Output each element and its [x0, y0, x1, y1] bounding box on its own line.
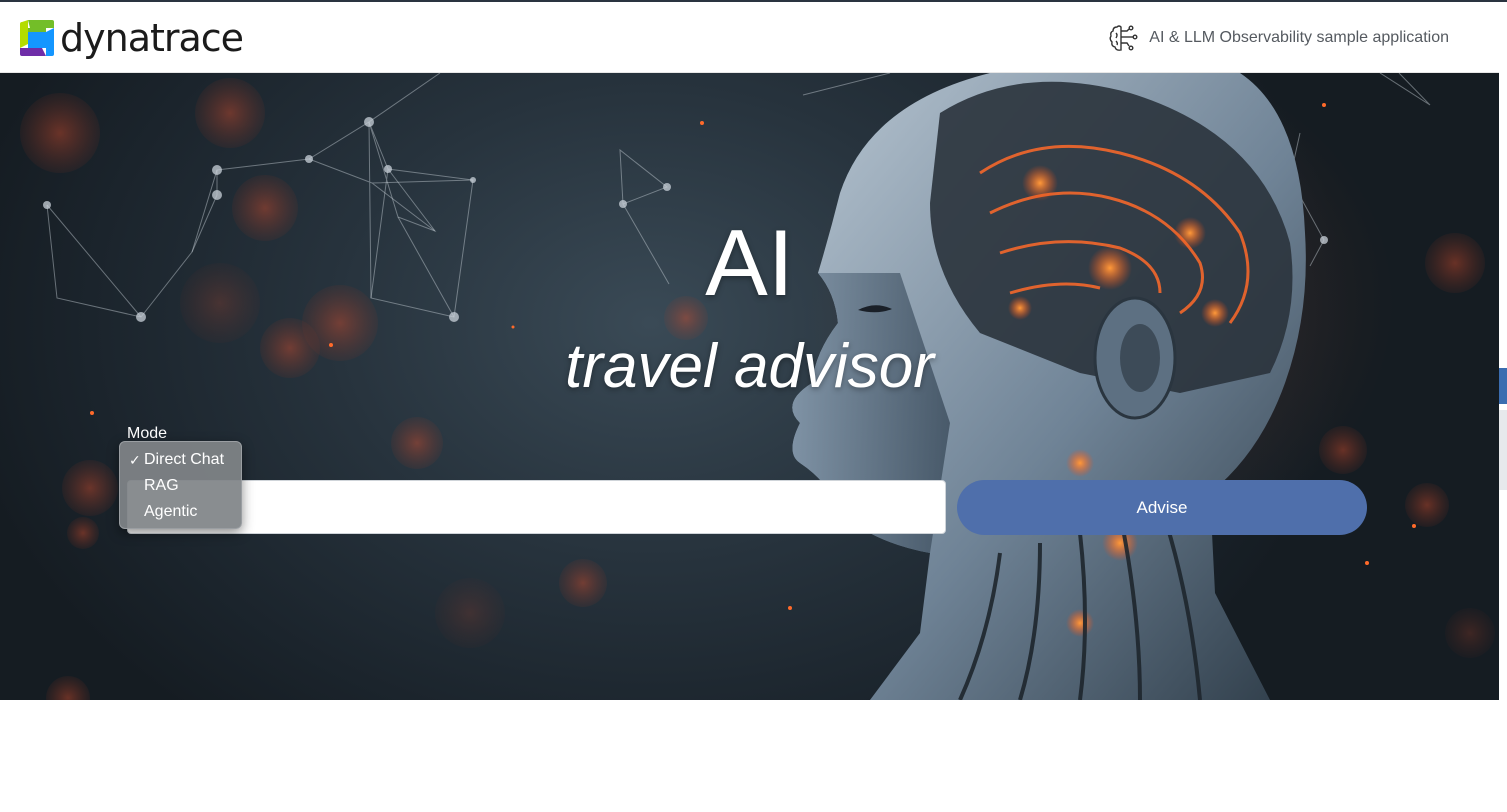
logo-wordmark: dynatrace [60, 16, 244, 60]
hero-title: AI [705, 210, 794, 315]
app-header: dynatrace AI & LLM Observability sample … [0, 2, 1499, 73]
mode-option-label: Direct Chat [144, 451, 225, 468]
hero-banner: AI travel advisor Mode Advise ✓ Direct C… [0, 73, 1499, 700]
brain-circuit-icon [1109, 25, 1138, 51]
mode-option-agentic[interactable]: Agentic [120, 499, 241, 525]
hero-subtitle: travel advisor [565, 332, 934, 401]
app-tagline: AI & LLM Observability sample applicatio… [1107, 21, 1449, 55]
advise-button[interactable]: Advise [957, 480, 1367, 535]
mode-dropdown-menu[interactable]: ✓ Direct Chat RAG Agentic [119, 441, 242, 529]
dynatrace-logo[interactable]: dynatrace [16, 16, 244, 60]
checkmark-icon: ✓ [129, 452, 141, 468]
scrollbar-track[interactable] [1499, 410, 1507, 490]
mode-option-rag[interactable]: RAG [120, 473, 241, 499]
mode-option-label: Agentic [144, 503, 198, 520]
dynatrace-logo-icon [20, 20, 54, 56]
travel-prompt-input[interactable] [127, 480, 946, 534]
mode-option-direct-chat[interactable]: ✓ Direct Chat [120, 447, 241, 473]
tagline-text: AI & LLM Observability sample applicatio… [1149, 29, 1449, 46]
mode-option-label: RAG [144, 477, 179, 494]
scrollbar-thumb[interactable] [1499, 368, 1507, 404]
